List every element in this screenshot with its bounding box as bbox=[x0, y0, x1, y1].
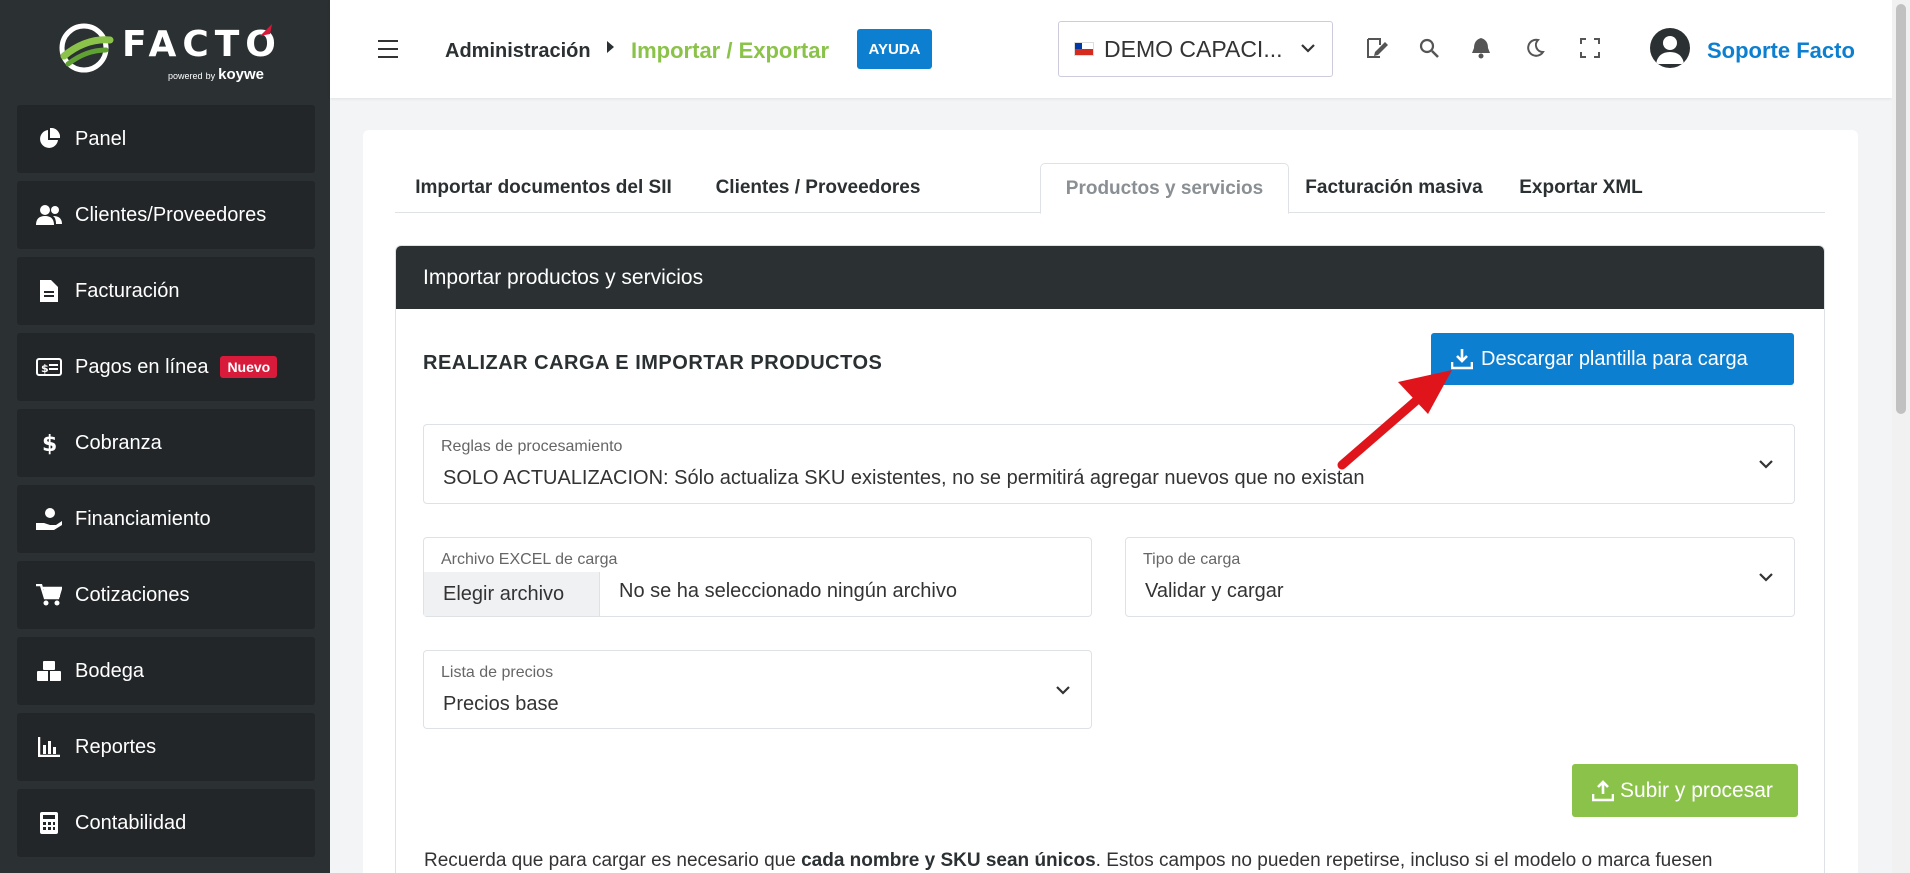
upload-note-visible: Recuerda que para cargar es necesario qu… bbox=[424, 850, 1713, 871]
sidebar-item-label: Contabilidad bbox=[75, 811, 187, 834]
breadcrumb-root[interactable]: Administración bbox=[445, 40, 591, 63]
svg-text:$: $ bbox=[42, 432, 57, 455]
sidebar-item-label: Cobranza bbox=[75, 431, 162, 454]
panel-title: Importar productos y servicios bbox=[396, 246, 1824, 309]
sidebar-item-pagos[interactable]: $ Pagos en línea Nuevo bbox=[17, 333, 315, 401]
tab-exportar-xml[interactable]: Exportar XML bbox=[1499, 163, 1663, 213]
hand-coin-icon bbox=[35, 505, 63, 533]
chevron-down-icon bbox=[1056, 686, 1070, 695]
upload-process-inner[interactable]: Subir y procesar bbox=[1572, 764, 1798, 817]
calculator-icon bbox=[35, 809, 63, 837]
dollar-icon: $ bbox=[35, 429, 63, 457]
moon-icon[interactable] bbox=[1523, 36, 1547, 60]
company-select[interactable]: DEMO CAPACI... bbox=[1058, 21, 1333, 77]
price-list-value: Precios base bbox=[443, 693, 559, 715]
sidebar-item-label: Pagos en línea bbox=[75, 355, 209, 378]
help-button[interactable]: AYUDA bbox=[857, 29, 932, 69]
sidebar-item-label: Reportes bbox=[75, 735, 157, 758]
document-icon bbox=[35, 277, 63, 305]
sidebar-item-panel[interactable]: Panel bbox=[17, 105, 315, 173]
users-icon bbox=[35, 201, 63, 229]
tab-bar: Importar documentos del SII Clientes / P… bbox=[395, 163, 1825, 214]
svg-text:$: $ bbox=[41, 362, 49, 375]
tab-productos-servicios[interactable]: Productos y servicios bbox=[1040, 163, 1289, 214]
facto-logo[interactable]: FACTO powered by koywe bbox=[56, 18, 276, 83]
chile-flag-icon bbox=[1074, 42, 1094, 56]
sidebar-item-facturacion[interactable]: Facturación bbox=[17, 257, 315, 325]
file-status: No se ha seleccionado ningún archivo bbox=[619, 580, 957, 602]
sidebar-item-bodega[interactable]: Bodega bbox=[17, 637, 315, 705]
sidebar-item-label: Bodega bbox=[75, 659, 144, 682]
boxes-icon bbox=[35, 657, 63, 685]
tab-importar-sii[interactable]: Importar documentos del SII bbox=[395, 163, 692, 213]
sidebar-item-clientes[interactable]: Clientes/Proveedores bbox=[17, 181, 315, 249]
chevron-down-icon bbox=[1301, 44, 1315, 53]
processing-rules-select[interactable]: Reglas de procesamiento SOLO ACTUALIZACI… bbox=[423, 424, 1795, 504]
sidebar-item-reportes[interactable]: Reportes bbox=[17, 713, 315, 781]
main-card: Importar documentos del SII Clientes / P… bbox=[363, 130, 1858, 873]
company-name: DEMO CAPACI... bbox=[1104, 35, 1283, 62]
download-template-label: Descargar plantilla para carga bbox=[1481, 347, 1748, 370]
powered-by-tag: powered by koywe bbox=[168, 66, 265, 83]
user-name[interactable]: Soporte Facto bbox=[1707, 38, 1855, 64]
user-silhouette-icon bbox=[1656, 36, 1684, 64]
download-template-button[interactable]: Descargar plantilla para carga bbox=[1431, 333, 1794, 385]
tab-clientes-proveedores[interactable]: Clientes / Proveedores bbox=[692, 163, 944, 213]
choose-file-button[interactable]: Elegir archivo bbox=[424, 572, 600, 616]
upload-icon bbox=[1592, 779, 1614, 802]
load-type-select[interactable]: Tipo de carga Validar y cargar bbox=[1125, 537, 1795, 617]
menu-toggle-icon[interactable] bbox=[378, 40, 398, 58]
user-avatar[interactable] bbox=[1650, 28, 1690, 68]
upload-process-button[interactable]: Subir y procesar bbox=[1572, 764, 1798, 817]
sidebar-item-label: Financiamiento bbox=[75, 507, 211, 530]
excel-file-label: Archivo EXCEL de carga bbox=[441, 551, 618, 568]
breadcrumb-caret-icon bbox=[607, 41, 614, 53]
breadcrumb-current: Importar / Exportar bbox=[631, 38, 830, 63]
sidebar-item-financiamiento[interactable]: Financiamiento bbox=[17, 485, 315, 553]
load-type-label: Tipo de carga bbox=[1143, 551, 1241, 568]
cart-icon bbox=[35, 581, 63, 609]
brand-name: FACTO bbox=[122, 24, 282, 65]
signature-icon[interactable] bbox=[1366, 36, 1390, 60]
sidebar-item-label: Facturación bbox=[75, 279, 180, 302]
fullscreen-icon[interactable] bbox=[1578, 36, 1602, 60]
bell-icon[interactable] bbox=[1469, 36, 1493, 60]
new-badge: Nuevo bbox=[220, 356, 278, 378]
bar-chart-icon bbox=[35, 733, 63, 761]
price-list-select[interactable]: Lista de precios Precios base bbox=[423, 650, 1092, 729]
sidebar-item-label: Clientes/Proveedores bbox=[75, 203, 267, 226]
facto-swirl-icon bbox=[59, 23, 114, 73]
sidebar-item-cotizaciones[interactable]: Cotizaciones bbox=[17, 561, 315, 629]
search-icon[interactable] bbox=[1417, 36, 1441, 60]
tab-facturacion-masiva[interactable]: Facturación masiva bbox=[1289, 163, 1499, 213]
sidebar-item-label: Panel bbox=[75, 127, 127, 150]
chevron-down-icon bbox=[1759, 460, 1773, 469]
sidebar-nav: Panel Clientes/Proveedores Facturación $… bbox=[17, 105, 315, 865]
page-scrollbar-thumb[interactable] bbox=[1896, 4, 1906, 414]
sidebar-item-contabilidad[interactable]: Contabilidad bbox=[17, 789, 315, 857]
load-type-value: Validar y cargar bbox=[1145, 580, 1284, 602]
price-list-label: Lista de precios bbox=[441, 664, 554, 681]
sidebar-item-label: Cotizaciones bbox=[75, 583, 190, 606]
upload-process-label: Subir y procesar bbox=[1620, 778, 1773, 802]
topbar: Administración Importar / Exportar AYUDA… bbox=[330, 0, 1892, 98]
processing-rules-label: Reglas de procesamiento bbox=[441, 438, 623, 455]
sidebar-item-cobranza[interactable]: $ Cobranza bbox=[17, 409, 315, 477]
download-icon bbox=[1451, 348, 1473, 370]
excel-file-field: Archivo EXCEL de carga Elegir archivo No… bbox=[423, 537, 1092, 617]
money-bill-icon: $ bbox=[35, 353, 63, 381]
processing-rules-value: SOLO ACTUALIZACION: Sólo actualiza SKU e… bbox=[443, 467, 1365, 489]
sidebar: FACTO powered by koywe Panel Clientes/Pr… bbox=[0, 0, 330, 873]
chevron-down-icon bbox=[1759, 573, 1773, 582]
section-title: REALIZAR CARGA E IMPORTAR PRODUCTOS bbox=[423, 352, 883, 374]
pie-chart-icon bbox=[35, 125, 63, 153]
logo-red-mark-icon bbox=[260, 24, 272, 36]
